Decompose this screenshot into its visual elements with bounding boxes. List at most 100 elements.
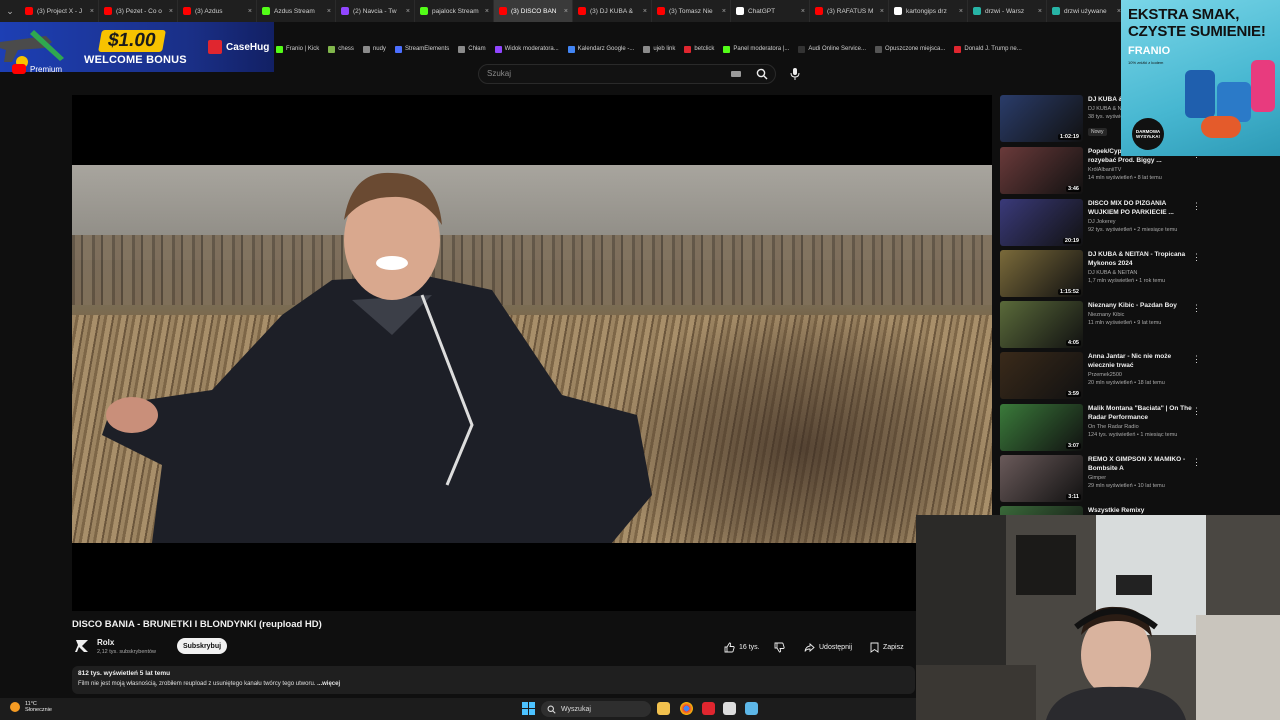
close-tab-icon[interactable]: × — [880, 8, 884, 15]
recommended-title: REMO X GIMPSON X MAMIKO - Bombsite A — [1088, 456, 1186, 472]
notepad-icon[interactable] — [745, 702, 758, 715]
tab-title: ChatGPT — [748, 7, 776, 15]
more-options-icon[interactable]: ⋮ — [1192, 252, 1201, 263]
youtube-premium-logo[interactable]: Premium — [12, 64, 62, 74]
subscribe-button[interactable]: Subskrybuj — [177, 638, 227, 654]
share-button[interactable]: Udostępnij — [804, 639, 852, 655]
close-tab-icon[interactable]: × — [722, 8, 726, 15]
recommended-video[interactable]: 3:59 Anna Jantar - Nic nie może wiecznie … — [1000, 352, 1201, 400]
video-thumbnail[interactable]: 3:07 — [1000, 404, 1083, 451]
recommended-channel[interactable]: DJ KUBA & NEITAN — [1088, 270, 1193, 276]
voice-search-button[interactable] — [786, 64, 804, 84]
video-title: DISCO BANIA - BRUNETKI I BLONDYNKI (reup… — [72, 619, 322, 630]
close-tab-icon[interactable]: × — [801, 8, 805, 15]
dislike-button[interactable] — [774, 639, 789, 655]
browser-tab[interactable]: (3) Pezet - Co o × — [99, 0, 178, 22]
bookmark-item[interactable]: chess — [328, 45, 354, 53]
more-options-icon[interactable]: ⋮ — [1192, 201, 1201, 212]
close-tab-icon[interactable]: × — [406, 8, 410, 15]
browser-tab[interactable]: drzwi używane × — [1047, 0, 1126, 22]
file-explorer-icon[interactable] — [657, 702, 670, 715]
bookmark-item[interactable]: Donald J. Trump ne... — [954, 45, 1022, 53]
bookmark-item[interactable]: StreamElements — [394, 45, 449, 53]
recommended-channel[interactable]: Przemek2500 — [1088, 372, 1193, 378]
photos-icon[interactable] — [723, 702, 736, 715]
browser-tab[interactable]: (3) DJ KUBA & × — [573, 0, 652, 22]
bookmark-item[interactable]: Chłam — [458, 45, 486, 53]
video-thumbnail[interactable]: 4:05 — [1000, 301, 1083, 348]
browser-tab[interactable]: Azdus Stream × — [257, 0, 336, 22]
channel-name[interactable]: Rolx — [97, 638, 114, 647]
browser-tab[interactable]: (3) Project X - J × — [20, 0, 99, 22]
windows-start-icon[interactable] — [522, 702, 535, 715]
recommended-channel[interactable]: On The Radar Radio — [1088, 424, 1193, 430]
close-tab-icon[interactable]: × — [169, 8, 173, 15]
more-options-icon[interactable]: ⋮ — [1192, 406, 1201, 417]
video-thumbnail[interactable]: 20:19 — [1000, 199, 1083, 246]
recommended-video[interactable]: 3:11 REMO X GIMPSON X MAMIKO - Bombsite A… — [1000, 455, 1201, 503]
tab-search-chevron-icon[interactable]: ⌄ — [0, 0, 20, 22]
video-thumbnail[interactable]: 1:15:52 — [1000, 250, 1083, 297]
browser-tab[interactable]: kartongips drz × — [889, 0, 968, 22]
more-options-icon[interactable]: ⋮ — [1192, 354, 1201, 365]
more-options-icon[interactable]: ⋮ — [1192, 303, 1201, 314]
search-input[interactable]: Szukaj — [478, 64, 776, 84]
recommended-video[interactable]: 20:19 DISCO MIX DO PIZGANIA WUJKIEM PO PA… — [1000, 199, 1201, 247]
close-tab-icon[interactable]: × — [485, 8, 489, 15]
search-button[interactable] — [752, 64, 772, 84]
recommended-channel[interactable]: Gimper — [1088, 475, 1193, 481]
browser-tab[interactable]: drzwi - Warsz × — [968, 0, 1047, 22]
save-button[interactable]: Zapisz — [870, 639, 904, 655]
video-thumbnail[interactable]: 3:59 — [1000, 352, 1083, 399]
bookmark-label: ujeb link — [653, 46, 676, 52]
more-options-icon[interactable]: ⋮ — [1192, 457, 1201, 468]
bookmark-item[interactable]: Audi Online Service... — [798, 45, 866, 53]
browser-tab[interactable]: (3) Azdus × — [178, 0, 257, 22]
video-description[interactable]: 812 tys. wyświetleń 5 lat temu Film nie … — [72, 666, 915, 694]
browser-tab[interactable]: (3) RAFATUS M × — [810, 0, 889, 22]
recommended-channel[interactable]: DJ Jokerey — [1088, 219, 1193, 225]
show-more-link[interactable]: ...więcej — [317, 681, 340, 687]
recommended-channel[interactable]: KrólAlbaniiTV — [1088, 167, 1193, 173]
close-tab-icon[interactable]: × — [248, 8, 252, 15]
bookmark-item[interactable]: nudy — [362, 45, 386, 53]
franio-ad[interactable]: EKSTRA SMAK, CZYSTE SUMIENIE! FRANIO 10%… — [1121, 0, 1280, 156]
close-tab-icon[interactable]: × — [959, 8, 963, 15]
bookmark-item[interactable]: Franio | Kick — [276, 45, 319, 53]
video-player[interactable] — [72, 95, 992, 611]
channel-avatar[interactable] — [74, 638, 90, 654]
browser-tab[interactable]: ChatGPT × — [731, 0, 810, 22]
close-tab-icon[interactable]: × — [643, 8, 647, 15]
close-tab-icon[interactable]: × — [327, 8, 331, 15]
app-icon[interactable] — [702, 702, 715, 715]
weather-widget[interactable]: 11°C Słonecznie — [10, 701, 52, 713]
bookmark-item[interactable]: ujeb link — [643, 45, 676, 53]
bookmark-item[interactable]: Widok moderatora... — [494, 45, 559, 53]
close-tab-icon[interactable]: × — [564, 8, 568, 15]
bookmark-item[interactable]: Panel moderatora |... — [723, 45, 789, 53]
browser-tab[interactable]: (2) Navcia - Tw × — [336, 0, 415, 22]
video-thumbnail[interactable]: 3:46 — [1000, 147, 1083, 194]
taskbar-search[interactable]: Wyszukaj — [541, 701, 651, 717]
browser-tab[interactable]: pajalock Stream × — [415, 0, 494, 22]
bookmark-item[interactable]: Opuszczone miejsca... — [875, 45, 945, 53]
bookmark-item[interactable]: Kalendarz Google -... — [567, 45, 634, 53]
browser-tab[interactable]: (3) DISCO BAN × — [494, 0, 573, 22]
recommended-video[interactable]: 4:05 Nieznany Kibic - Pazdan Boy Nieznany … — [1000, 301, 1201, 349]
browser-tab[interactable]: (3) Tomasz Nie × — [652, 0, 731, 22]
keyboard-icon[interactable] — [731, 71, 741, 77]
close-tab-icon[interactable]: × — [1038, 8, 1042, 15]
video-thumbnail[interactable]: 1:02:19 — [1000, 95, 1083, 142]
video-frame[interactable] — [72, 165, 992, 543]
close-tab-icon[interactable]: × — [90, 8, 94, 15]
video-thumbnail[interactable]: 3:11 — [1000, 455, 1083, 502]
tab-title: (3) DJ KUBA & — [590, 7, 633, 15]
like-button[interactable]: 16 tys. — [724, 639, 760, 655]
tab-favicon-icon — [1052, 7, 1060, 15]
bookmark-item[interactable]: betclick — [684, 45, 714, 53]
recommended-video[interactable]: 1:15:52 DJ KUBA & NEITAN - Tropicana Myko… — [1000, 250, 1201, 298]
chrome-icon[interactable] — [680, 702, 693, 715]
recommended-channel[interactable]: Nieznany Kibic — [1088, 312, 1193, 318]
recommended-video[interactable]: 3:07 Malik Montana "Baciata" | On The Rad… — [1000, 404, 1201, 452]
tab-title: drzwi używane — [1064, 7, 1107, 15]
